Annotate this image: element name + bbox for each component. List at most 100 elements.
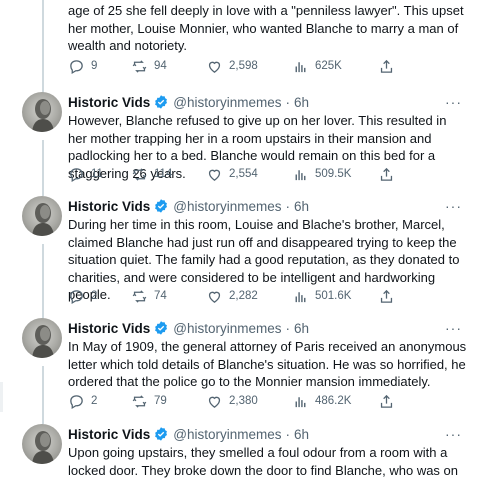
tweet-actions: 2 79 2,380 486.2K	[68, 391, 468, 411]
reply-icon	[70, 394, 83, 409]
tweet[interactable]: Historic Vids @historyinmemes · 6h ··· I…	[0, 318, 480, 418]
repost-count: 74	[154, 290, 167, 302]
verified-badge-icon	[155, 95, 168, 109]
avatar[interactable]	[22, 318, 62, 358]
share-icon	[380, 394, 393, 408]
more-icon[interactable]: ···	[445, 94, 462, 110]
author-name[interactable]: Historic Vids	[68, 95, 150, 110]
views-icon	[295, 291, 306, 302]
verified-badge-icon	[155, 321, 168, 335]
reply-icon	[70, 167, 83, 182]
like-icon	[208, 396, 221, 408]
reply-count: 9	[91, 60, 98, 72]
separator-dot: ·	[285, 426, 291, 442]
share-icon	[380, 167, 393, 181]
author-handle[interactable]: @historyinmemes	[173, 321, 281, 336]
views-button[interactable]: 486.2K	[292, 391, 351, 411]
avatar[interactable]	[22, 92, 62, 132]
repost-count: 94	[154, 60, 167, 72]
repost-button[interactable]: 114	[131, 164, 172, 184]
separator-dot: ·	[285, 198, 291, 214]
separator-dot: ·	[285, 320, 291, 336]
views-icon	[295, 396, 306, 407]
scroll-edge	[0, 382, 3, 412]
tweet-header: Historic Vids @historyinmemes · 6h	[68, 424, 309, 444]
avatar[interactable]	[22, 196, 62, 236]
like-count: 2,380	[229, 395, 258, 407]
reply-button[interactable]: 2	[68, 286, 97, 306]
author-name[interactable]: Historic Vids	[68, 321, 150, 336]
repost-icon	[132, 167, 147, 181]
repost-icon	[132, 394, 147, 408]
like-button[interactable]: 2,598	[206, 56, 258, 76]
repost-button[interactable]: 74	[131, 286, 167, 306]
like-button[interactable]: 2,380	[206, 391, 258, 411]
repost-button[interactable]: 94	[131, 56, 167, 76]
tweet-actions: 2 74 2,282 501.6K	[68, 286, 468, 306]
tweet-header: Historic Vids @historyinmemes · 6h	[68, 196, 309, 216]
like-count: 2,598	[229, 60, 258, 72]
tweet-header: Historic Vids @historyinmemes · 6h	[68, 92, 309, 112]
share-button[interactable]	[378, 286, 395, 306]
views-icon	[295, 61, 306, 72]
views-button[interactable]: 509.5K	[292, 164, 351, 184]
like-count: 2,554	[229, 168, 258, 180]
tweet-text: Upon going upstairs, they smelled a foul…	[68, 445, 459, 478]
share-button[interactable]	[378, 164, 395, 184]
like-button[interactable]: 2,554	[206, 164, 258, 184]
more-icon[interactable]: ···	[445, 198, 462, 214]
like-button[interactable]: 2,282	[206, 286, 258, 306]
tweet-text: In May of 1909, the general attorney of …	[68, 339, 467, 389]
tweet[interactable]: Historic Vids @historyinmemes · 6h ··· H…	[0, 92, 480, 192]
like-icon	[208, 291, 221, 303]
verified-badge-icon	[155, 427, 168, 441]
tweet-text: age of 25 she fell deeply in love with a…	[68, 3, 464, 53]
reply-count: 11	[91, 168, 103, 180]
share-icon	[380, 59, 393, 73]
author-name[interactable]: Historic Vids	[68, 427, 150, 442]
views-count: 486.2K	[315, 395, 352, 407]
author-handle[interactable]: @historyinmemes	[173, 427, 281, 442]
timestamp[interactable]: 6h	[294, 321, 309, 336]
repost-button[interactable]: 79	[131, 391, 167, 411]
reply-count: 2	[91, 395, 98, 407]
share-button[interactable]	[378, 56, 395, 76]
share-button[interactable]	[378, 391, 395, 411]
views-count: 501.6K	[315, 290, 352, 302]
more-icon[interactable]: ···	[445, 426, 462, 442]
repost-icon	[132, 289, 147, 303]
separator-dot: ·	[285, 94, 291, 110]
author-name[interactable]: Historic Vids	[68, 199, 150, 214]
tweet-actions: 11 114 2,554 509.5K	[68, 164, 468, 184]
views-button[interactable]: 625K	[292, 56, 342, 76]
views-icon	[295, 169, 306, 180]
tweet[interactable]: Historic Vids @historyinmemes · 6h ··· U…	[0, 424, 480, 480]
reply-button[interactable]: 9	[68, 56, 97, 76]
tweet-actions: 9 94 2,598 625K	[68, 56, 468, 76]
tweet-partial[interactable]: age of 25 she fell deeply in love with a…	[0, 0, 480, 88]
reply-button[interactable]: 2	[68, 391, 97, 411]
views-button[interactable]: 501.6K	[292, 286, 351, 306]
like-count: 2,282	[229, 290, 258, 302]
reply-button[interactable]: 11	[68, 164, 103, 184]
author-handle[interactable]: @historyinmemes	[173, 95, 281, 110]
reply-count: 2	[91, 290, 98, 302]
views-count: 509.5K	[315, 168, 352, 180]
views-count: 625K	[315, 60, 342, 72]
reply-icon	[70, 289, 83, 304]
repost-icon	[132, 59, 147, 73]
timestamp[interactable]: 6h	[294, 427, 309, 442]
repost-count: 79	[154, 395, 167, 407]
repost-count: 114	[154, 168, 173, 180]
timestamp[interactable]: 6h	[294, 199, 309, 214]
like-icon	[208, 61, 221, 73]
tweet[interactable]: Historic Vids @historyinmemes · 6h ··· D…	[0, 196, 480, 316]
more-icon[interactable]: ···	[445, 320, 462, 336]
share-icon	[380, 289, 393, 303]
like-icon	[208, 169, 221, 181]
author-handle[interactable]: @historyinmemes	[173, 199, 281, 214]
reply-icon	[70, 59, 83, 74]
tweet-header: Historic Vids @historyinmemes · 6h	[68, 318, 309, 338]
avatar[interactable]	[22, 424, 62, 464]
timestamp[interactable]: 6h	[294, 95, 309, 110]
